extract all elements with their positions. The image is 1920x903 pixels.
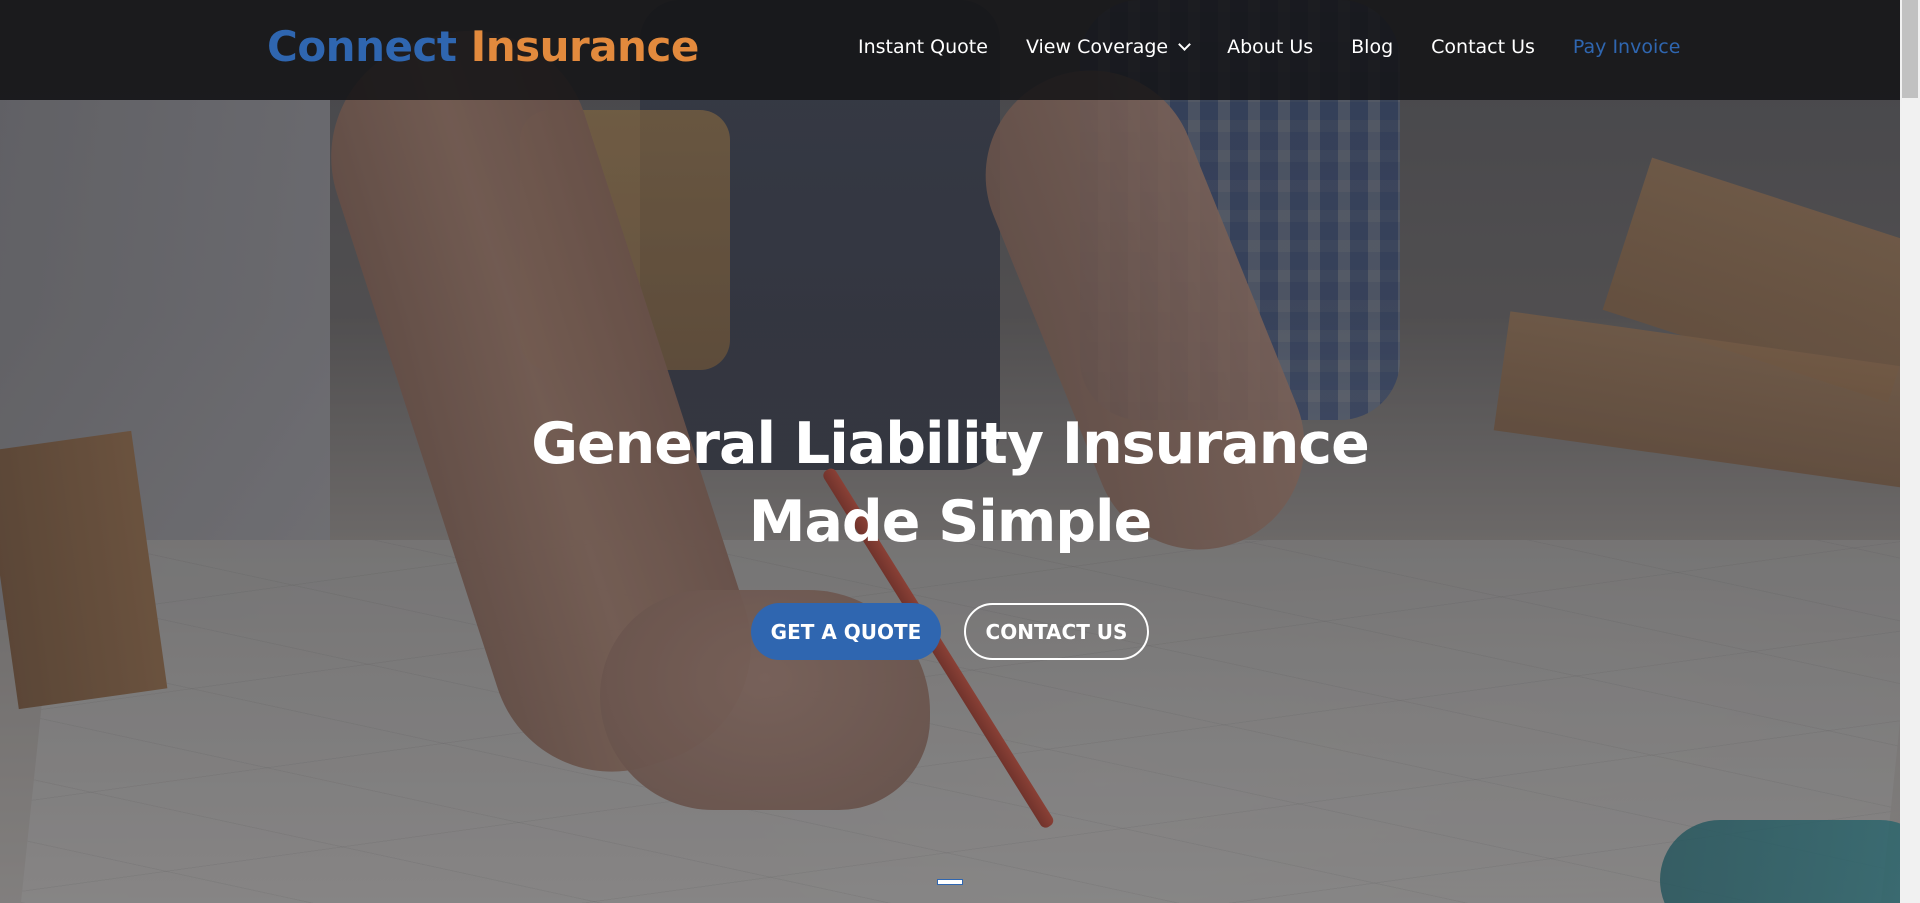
nav-label: Instant Quote xyxy=(858,36,988,58)
logo-insurance-text: Insurance xyxy=(470,22,700,71)
nav-pay-invoice[interactable]: Pay Invoice xyxy=(1573,36,1680,58)
nav-label: View Coverage xyxy=(1025,36,1169,58)
site-logo[interactable]: Connect Insurance xyxy=(267,22,699,71)
contact-us-button[interactable]: CONTACT US xyxy=(964,603,1149,660)
logo-connect-text: Connect xyxy=(267,22,457,71)
page: Connect Insurance Instant Quote View Cov… xyxy=(0,0,1920,903)
get-a-quote-button[interactable]: GET A QUOTE xyxy=(751,603,941,660)
nav-instant-quote[interactable]: Instant Quote xyxy=(858,36,988,58)
nav-view-coverage[interactable]: View Coverage xyxy=(1025,36,1191,58)
nav-contact-us[interactable]: Contact Us xyxy=(1431,36,1535,58)
nav-label: Contact Us xyxy=(1431,36,1535,58)
nav-label: Pay Invoice xyxy=(1572,36,1681,58)
hero-heading-line2: Made Simple xyxy=(748,489,1152,555)
page-scrollbar[interactable] xyxy=(1900,0,1920,903)
hero-heading: General Liability Insurance Made Simple xyxy=(400,405,1500,561)
site-header: Connect Insurance Instant Quote View Cov… xyxy=(0,0,1900,100)
slider-indicator[interactable] xyxy=(937,879,963,885)
main-nav: Instant Quote View Coverage About Us Blo… xyxy=(858,36,1680,58)
nav-label: Blog xyxy=(1351,36,1394,58)
nav-label: About Us xyxy=(1227,36,1314,58)
nav-about-us[interactable]: About Us xyxy=(1227,36,1313,58)
chevron-down-icon xyxy=(1178,38,1191,51)
nav-blog[interactable]: Blog xyxy=(1351,36,1393,58)
hero-heading-line1: General Liability Insurance xyxy=(531,411,1370,477)
scrollbar-thumb[interactable] xyxy=(1902,0,1918,98)
